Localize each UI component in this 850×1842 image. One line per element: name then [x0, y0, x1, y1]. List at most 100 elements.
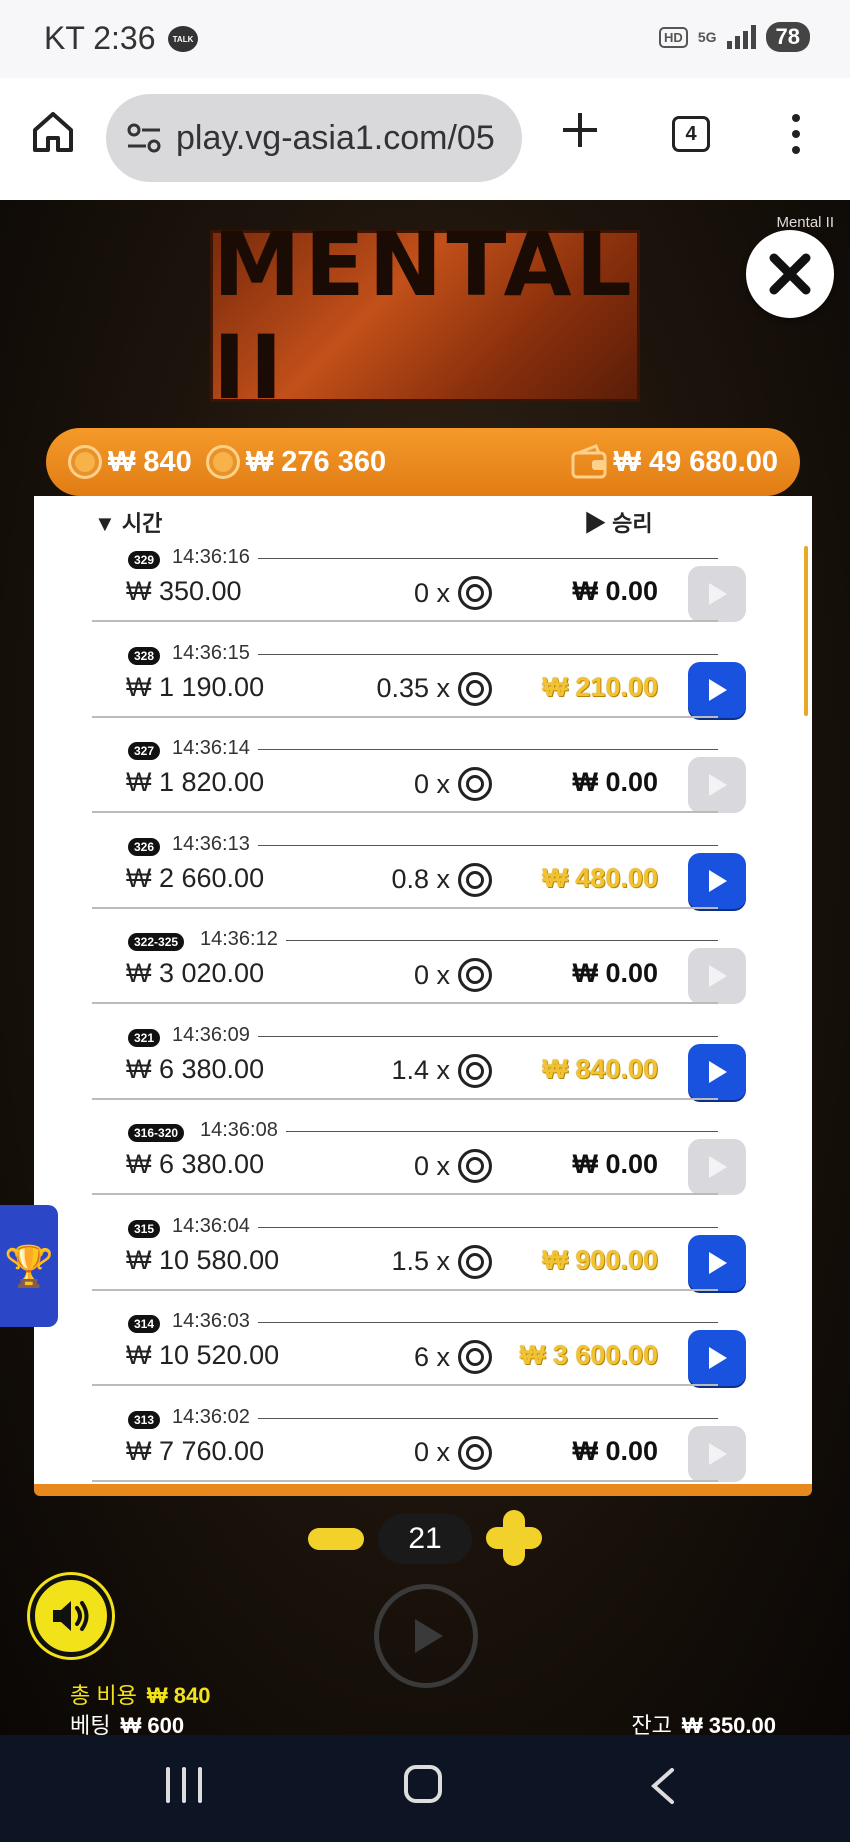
play-icon	[709, 1156, 727, 1178]
history-row: 329 14:36:16 ₩ 350.00 0 x ₩ 0.00	[92, 544, 792, 640]
win-amount: ₩ 900.00	[542, 1244, 658, 1275]
bet-amount: ₩ 10 520.00	[126, 1340, 280, 1370]
bet-amount: ₩ 7 760.00	[126, 1435, 265, 1466]
summary-total-cost: ₩ 840	[108, 445, 192, 478]
history-row: 315 14:36:04 ₩ 10 580.00 1.5 x ₩ 900.00	[92, 1213, 792, 1309]
multiplier: 0.8 x	[391, 862, 492, 897]
divider	[286, 940, 718, 941]
logo-text: MENTAL II	[213, 213, 636, 419]
recent-apps-icon[interactable]	[166, 1767, 202, 1803]
signal-icon	[726, 25, 756, 49]
bet-amount: ₩ 3 020.00	[126, 958, 265, 988]
bet-amount: ₩ 1 190.00	[126, 671, 265, 702]
back-icon[interactable]	[648, 1767, 678, 1805]
balance-info: 잔고 ₩ 350.00	[631, 1713, 776, 1735]
sort-time-header[interactable]: ▼ 시간	[94, 506, 162, 538]
replay-button[interactable]	[688, 852, 746, 909]
speaker-icon	[53, 1601, 89, 1631]
coin-icon	[458, 767, 492, 801]
round-time: 14:36:04	[172, 1214, 250, 1237]
history-summary-bar: ₩ 840 ₩ 276 360 ₩ 49 680.00	[46, 428, 800, 496]
round-time: 14:36:08	[200, 1119, 278, 1141]
replay-button[interactable]	[688, 1234, 746, 1291]
close-button[interactable]	[746, 230, 834, 318]
play-icon	[709, 1347, 727, 1369]
multiplier: 0.35 x	[376, 671, 492, 706]
scrollbar[interactable]	[804, 546, 808, 716]
coin-icon	[458, 958, 492, 992]
coin-icon	[458, 1149, 492, 1183]
play-icon	[709, 1251, 727, 1274]
sort-win-header[interactable]: ▶ 승리	[584, 506, 653, 538]
multiplier: 1.5 x	[391, 1244, 492, 1279]
win-amount: ₩ 0.00	[572, 767, 658, 797]
game-logo: MENTAL II	[210, 213, 640, 419]
round-time: 14:36:14	[172, 737, 250, 759]
trophy-tab[interactable]: 🏆	[0, 1205, 58, 1327]
multiplier: 0 x	[414, 1149, 492, 1183]
history-row: 327 14:36:14 ₩ 1 820.00 0 x ₩ 0.00	[92, 735, 792, 831]
history-row: 328 14:36:15 ₩ 1 190.00 0.35 x ₩ 210.00	[92, 640, 792, 736]
url-text[interactable]: play.vg-asia1.com/05	[176, 119, 495, 158]
round-badge: 316-320	[128, 1124, 185, 1142]
total-cost-info: 총 비용 ₩ 840	[70, 1683, 211, 1708]
divider	[258, 1035, 718, 1037]
site-settings-icon[interactable]	[124, 118, 164, 158]
round-badge: 329	[128, 551, 161, 569]
nav-home-icon[interactable]	[404, 1765, 442, 1803]
play-icon	[709, 1060, 727, 1083]
play-button[interactable]	[374, 1584, 478, 1688]
replay-button[interactable]	[688, 948, 746, 1004]
hd-voice-icon: HD	[659, 26, 688, 48]
increase-button[interactable]	[486, 1510, 542, 1566]
round-badge: 326	[128, 837, 161, 856]
home-icon[interactable]	[30, 108, 76, 154]
win-amount: ₩ 0.00	[572, 1435, 658, 1466]
decrease-button[interactable]	[308, 1528, 364, 1550]
more-menu-icon[interactable]	[788, 114, 804, 154]
history-row: 321 14:36:09 ₩ 6 380.00 1.4 x ₩ 840.00	[92, 1022, 792, 1118]
bet-amount: ₩ 6 380.00	[126, 1053, 265, 1084]
wallet-icon	[571, 444, 607, 479]
battery-icon: 78	[765, 22, 810, 52]
win-amount: ₩ 0.00	[572, 958, 658, 988]
replay-button[interactable]	[688, 1425, 746, 1482]
replay-button[interactable]	[688, 757, 746, 813]
row-divider	[92, 620, 718, 622]
divider	[286, 1131, 718, 1132]
sound-button[interactable]	[30, 1575, 112, 1657]
round-time: 14:36:03	[172, 1310, 250, 1332]
round-time: 14:36:16	[172, 546, 250, 568]
play-icon	[709, 774, 727, 796]
multiplier: 6 x	[414, 1340, 492, 1374]
win-amount: ₩ 3 600.00	[519, 1340, 658, 1370]
play-icon	[709, 965, 727, 987]
row-divider	[92, 1479, 718, 1482]
replay-button[interactable]	[688, 566, 746, 622]
multiplier: 0 x	[414, 576, 492, 610]
trophy-icon: 🏆	[4, 1244, 54, 1289]
replay-button[interactable]	[688, 1139, 746, 1195]
replay-button[interactable]	[688, 661, 746, 718]
new-tab-icon[interactable]	[560, 110, 600, 150]
bet-amount: ₩ 1 820.00	[126, 767, 265, 797]
row-divider	[92, 811, 718, 813]
history-row: 313 14:36:02 ₩ 7 760.00 0 x ₩ 0.00	[92, 1404, 792, 1500]
replay-button[interactable]	[688, 1330, 746, 1386]
row-divider	[92, 1097, 718, 1100]
divider	[258, 844, 718, 846]
win-amount: ₩ 0.00	[572, 576, 658, 606]
coin-icon	[68, 445, 102, 479]
game-area: MENTAL II Mental II ₩ 840 ₩ 276 360 ₩ 49…	[0, 200, 850, 1735]
round-badge: 322-325	[128, 933, 185, 951]
bet-amount: ₩ 10 580.00	[126, 1244, 280, 1275]
carrier-time: KT 2:36	[44, 20, 156, 56]
divider	[258, 1322, 718, 1323]
address-bar[interactable]: play.vg-asia1.com/05	[106, 94, 522, 182]
row-divider	[92, 1193, 718, 1195]
history-row: 316-320 14:36:08 ₩ 6 380.00 0 x ₩ 0.00	[92, 1117, 792, 1213]
round-badge: 314	[128, 1315, 161, 1333]
bet-amount: ₩ 2 660.00	[126, 862, 265, 893]
tab-switcher-button[interactable]: 4	[672, 116, 710, 152]
replay-button[interactable]	[688, 1043, 746, 1100]
